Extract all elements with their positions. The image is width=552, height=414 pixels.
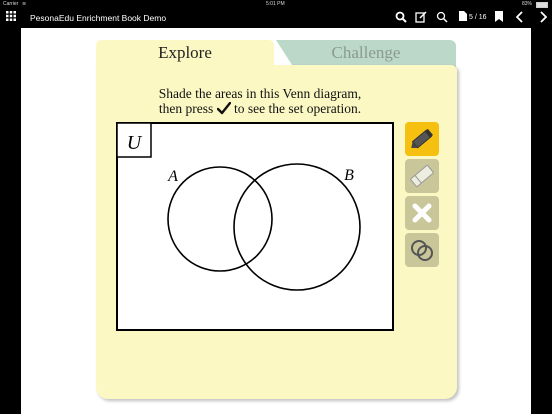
- grid-icon[interactable]: [5, 11, 17, 25]
- eraser-tool-button[interactable]: [405, 159, 439, 193]
- nav-bar: PesonaEdu Enrichment Book Demo 5 / 16: [0, 8, 552, 28]
- instruction-line-1: Shade the areas in this Venn diagram,: [158, 86, 362, 101]
- instruction-text: Shade the areas in this Venn diagram, th…: [130, 86, 390, 116]
- venn-diagram[interactable]: U A B: [116, 122, 394, 331]
- eraser-icon: [410, 165, 434, 187]
- tab-explore[interactable]: Explore: [96, 40, 274, 68]
- clear-icon: [412, 203, 432, 223]
- venn-tool-button[interactable]: [405, 233, 439, 267]
- instruction-line-2-start: then press: [158, 101, 214, 116]
- page-indicator[interactable]: 5 / 16: [469, 8, 487, 28]
- tab-challenge[interactable]: Challenge: [276, 40, 456, 68]
- check-icon: [216, 101, 231, 115]
- book-title: PesonaEdu Enrichment Book Demo: [30, 13, 167, 23]
- status-time: 5:01 PM: [266, 1, 285, 7]
- wifi-icon: ≋: [22, 1, 27, 7]
- bookmark-icon[interactable]: [494, 11, 504, 25]
- battery-percent: 83%: [522, 1, 533, 7]
- carrier-label: Carrier: [3, 1, 19, 7]
- pencil-icon: [411, 128, 433, 149]
- set-a-label: A: [167, 168, 178, 185]
- search-icon[interactable]: [435, 11, 449, 25]
- page-icon: [458, 11, 468, 25]
- status-bar: Carrier ≋ 5:01 PM 83%: [0, 0, 552, 8]
- chevron-right-icon[interactable]: [538, 11, 548, 25]
- clear-tool-button[interactable]: [405, 196, 439, 230]
- edit-icon[interactable]: [414, 11, 428, 25]
- venn-canvas[interactable]: U A B: [116, 122, 394, 331]
- zoom-in-icon[interactable]: [394, 11, 408, 25]
- venn-icon: [411, 240, 433, 261]
- set-b-label: B: [344, 167, 354, 184]
- pencil-tool-button[interactable]: [405, 122, 439, 156]
- chevron-left-icon[interactable]: [515, 11, 525, 25]
- instruction-line-2-end: to see the set operation.: [234, 101, 362, 116]
- universe-label: U: [127, 132, 143, 154]
